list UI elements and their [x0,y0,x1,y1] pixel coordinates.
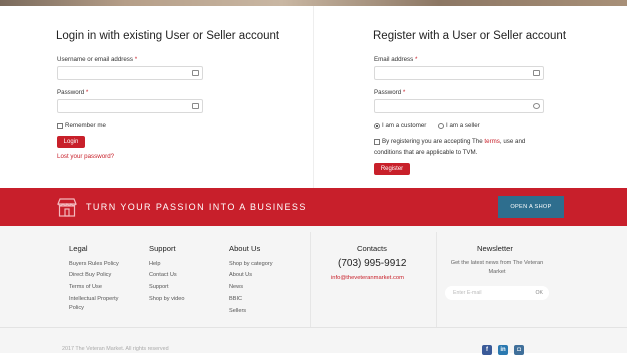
terms-text-line2: conditions that are applicable to TVM. [374,149,478,156]
register-password-input[interactable] [374,99,544,113]
register-button[interactable]: Register [374,163,410,175]
register-title: Register with a User or Seller account [373,30,567,42]
support-heading: Support [149,244,176,253]
username-label: Username or email address * [57,56,138,63]
contact-phone[interactable]: (703) 995-9912 [338,258,406,269]
lost-password-link[interactable]: Lost your password? [57,153,114,160]
login-button[interactable]: Login [57,136,85,148]
customer-radio[interactable] [374,123,380,129]
footer-link-sellers[interactable]: Sellers [229,307,246,316]
email-label: Email address * [374,56,418,63]
key-icon [533,103,540,109]
footer-column-divider [436,232,437,327]
footer-link-about[interactable]: About Us [229,271,252,280]
newsletter-email-input[interactable]: Enter E-mail OK [445,286,549,300]
newsletter-description: Get the latest news from The Veteran Mar… [450,260,544,275]
contacts-heading: Contacts [357,244,387,253]
footer-link-direct-buy[interactable]: Direct Buy Policy [69,271,111,280]
footer-link-ip-policy[interactable]: Policy [69,304,84,313]
remember-label: Remember me [65,122,106,129]
footer-link-shop-video[interactable]: Shop by video [149,295,184,304]
seller-radio[interactable] [438,123,444,129]
footer-link-buyers-rules[interactable]: Buyers Rules Policy [69,260,119,269]
instagram-icon[interactable]: ◘ [514,345,524,355]
customer-label: I am a customer [382,122,427,129]
footer-link-shop-category[interactable]: Shop by category [229,260,273,269]
footer-link-help[interactable]: Help [149,260,161,269]
footer-link-news[interactable]: News [229,283,243,292]
footer-link-ip[interactable]: Intellectual Property [69,295,118,304]
register-password-label: Password * [374,89,406,96]
login-title: Login in with existing User or Seller ac… [56,30,280,42]
seller-label: I am a seller [446,122,480,129]
footer-link-terms[interactable]: Terms of Use [69,283,102,292]
banner-text: TURN YOUR PASSION INTO A BUSINESS [86,202,307,212]
shop-icon [57,198,77,217]
open-shop-button[interactable]: OPEN A SHOP [498,196,564,218]
terms-text: By registering you are accepting The ter… [382,138,526,145]
footer-separator [0,327,627,328]
footer-column-divider [310,232,311,327]
login-password-input[interactable] [57,99,203,113]
copyright-text: 2017 The Veteran Market. All rights rese… [62,346,169,352]
remember-checkbox[interactable] [57,123,63,129]
terms-link[interactable]: terms [484,138,499,145]
contact-email[interactable]: info@theveteranmarket.com [331,275,404,281]
newsletter-heading: Newsletter [477,244,513,253]
footer-link-bbic[interactable]: BBIC [229,295,242,304]
newsletter-placeholder: Enter E-mail [453,290,482,296]
footer-link-contact[interactable]: Contact Us [149,271,177,280]
facebook-icon[interactable]: f [482,345,492,355]
login-password-label: Password * [57,89,89,96]
newsletter-submit-button[interactable]: OK [536,290,544,296]
autofill-icon [192,103,199,109]
autofill-icon [192,70,199,76]
legal-heading: Legal [69,244,88,253]
about-heading: About Us [229,244,261,253]
footer-link-support[interactable]: Support [149,283,169,292]
forms-divider [313,6,314,188]
terms-checkbox[interactable] [374,139,380,145]
linkedin-icon[interactable]: in [498,345,508,355]
autofill-icon [533,70,540,76]
email-input[interactable] [374,66,544,80]
username-input[interactable] [57,66,203,80]
